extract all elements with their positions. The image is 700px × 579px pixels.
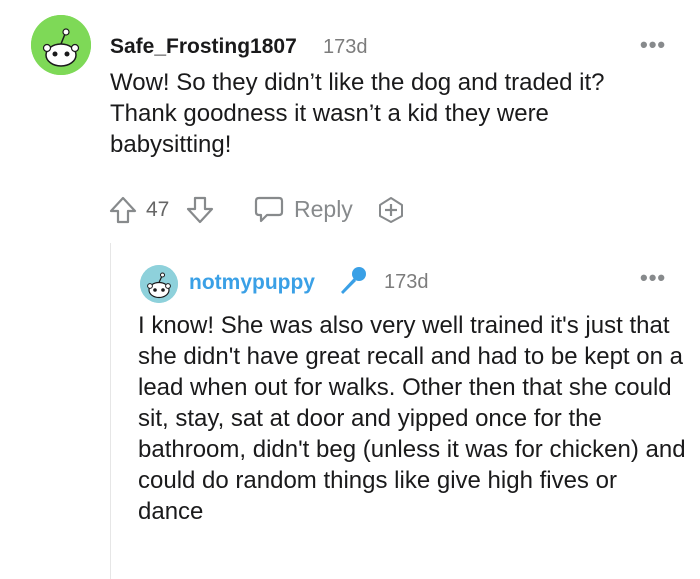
thread-line[interactable] [110, 243, 111, 579]
reply-timestamp: 173d [384, 271, 429, 293]
vote-count: 47 [146, 198, 170, 221]
more-options-icon[interactable]: ••• [640, 265, 666, 291]
snoo-avatar-icon [31, 15, 91, 75]
user-avatar[interactable] [31, 15, 91, 75]
reply-icon[interactable] [253, 194, 285, 224]
award-icon[interactable] [376, 195, 406, 225]
comment-timestamp: 173d [323, 36, 368, 58]
reply-avatar[interactable] [140, 265, 178, 303]
microphone-icon [335, 264, 369, 298]
snoo-avatar-icon [140, 265, 178, 303]
comment-author[interactable]: Safe_Frosting1807 [110, 35, 297, 59]
comment-body: Wow! So they didn’t like the dog and tra… [110, 69, 605, 158]
upvote-icon[interactable] [108, 195, 138, 225]
reply-body: I know! She was also very well trained i… [138, 312, 686, 525]
downvote-icon[interactable] [185, 195, 215, 225]
reply-button[interactable]: Reply [294, 196, 353, 223]
more-options-icon[interactable]: ••• [640, 32, 666, 58]
reply-author[interactable]: notmypuppy [189, 271, 315, 295]
